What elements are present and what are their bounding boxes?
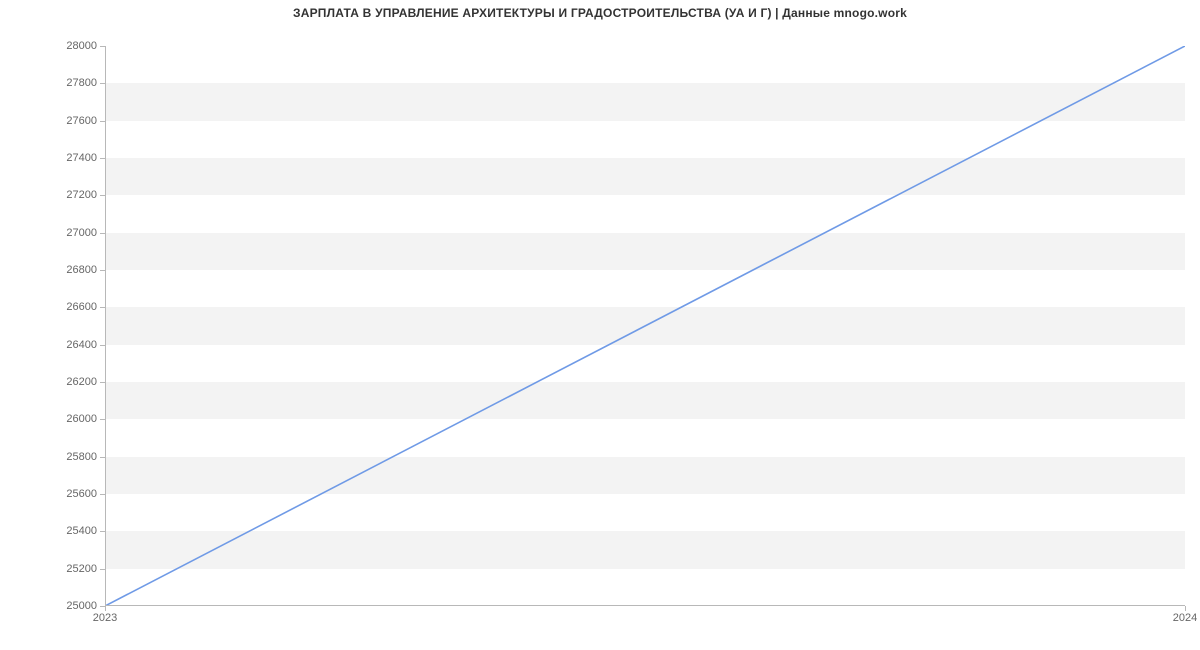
line-series [105, 46, 1185, 606]
plot-inner: 2500025200254002560025800260002620026400… [105, 46, 1185, 606]
x-axis-line [105, 605, 1185, 606]
x-tick-mark [105, 606, 106, 611]
y-axis-line [105, 46, 106, 606]
chart-container: ЗАРПЛАТА В УПРАВЛЕНИЕ АРХИТЕКТУРЫ И ГРАД… [0, 0, 1200, 650]
plot-area: 2500025200254002560025800260002620026400… [105, 46, 1185, 606]
x-tick-mark [1185, 606, 1186, 611]
data-line [105, 46, 1185, 606]
chart-title: ЗАРПЛАТА В УПРАВЛЕНИЕ АРХИТЕКТУРЫ И ГРАД… [0, 6, 1200, 20]
